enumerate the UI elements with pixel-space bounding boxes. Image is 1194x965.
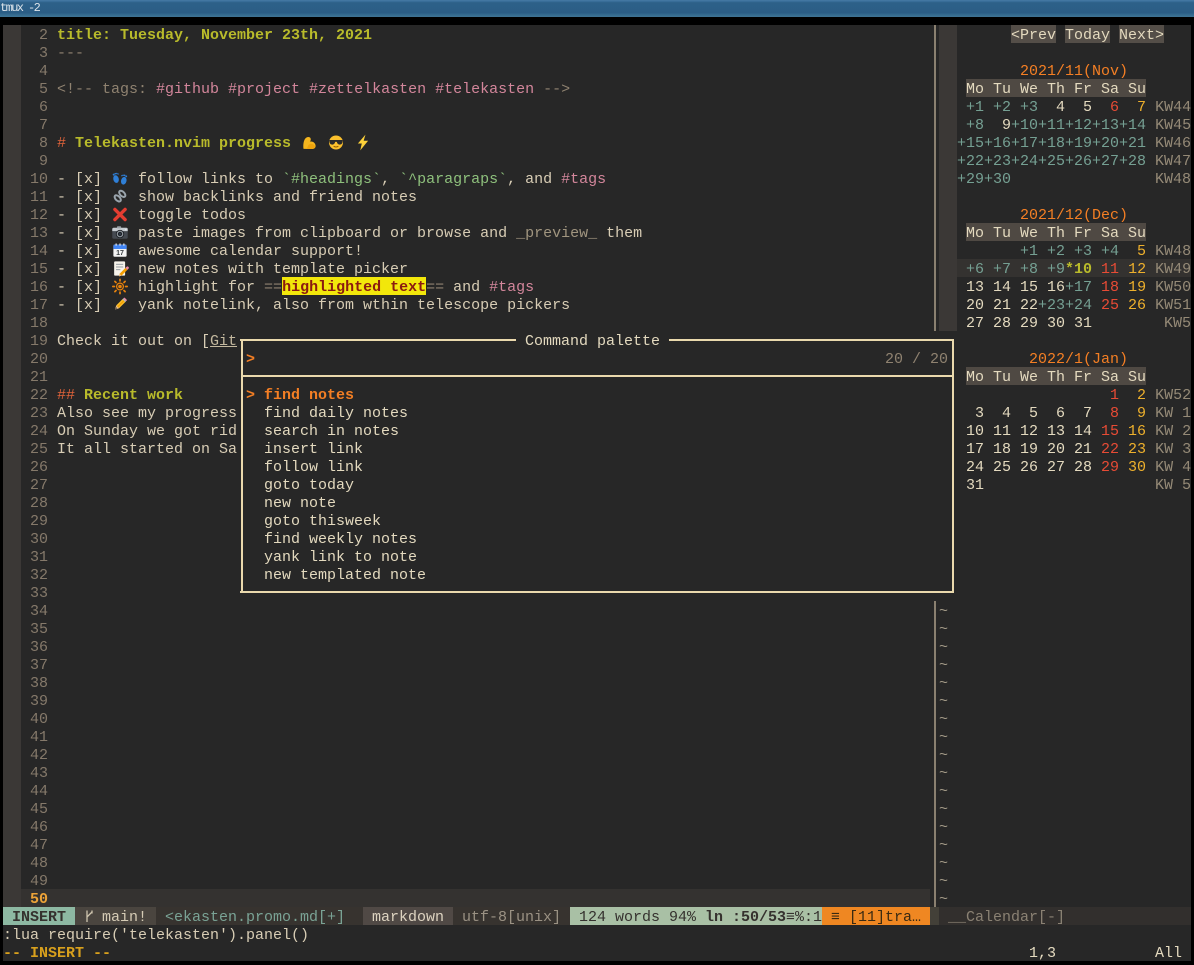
svg-text:17: 17 <box>116 249 124 257</box>
